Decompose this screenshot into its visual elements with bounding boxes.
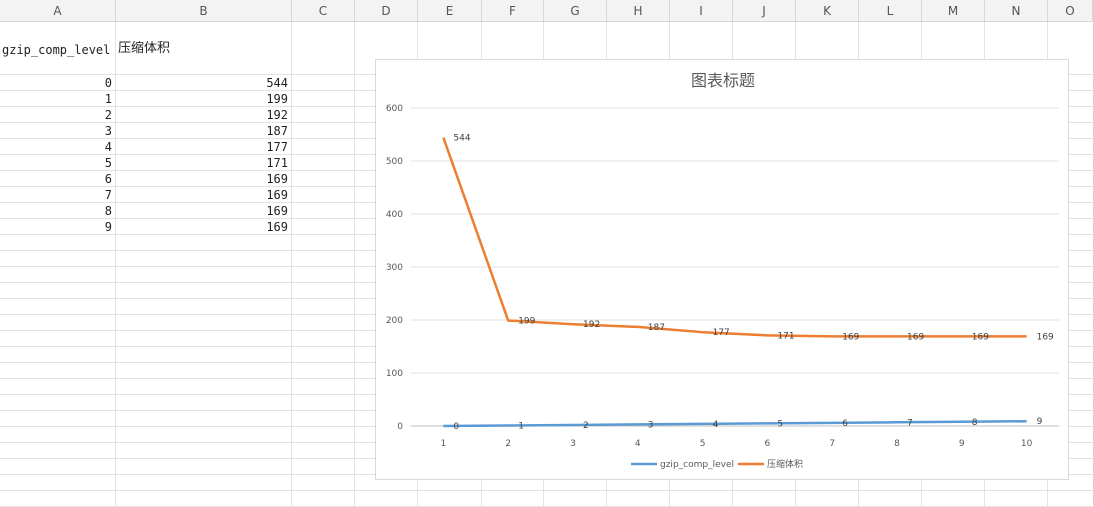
chart-gridlines	[411, 107, 1059, 427]
y-tick-label: 0	[397, 422, 403, 432]
data-label: 192	[583, 320, 600, 330]
x-tick-label: 8	[894, 439, 900, 449]
x-tick-label: 7	[829, 439, 835, 449]
data-label: 187	[648, 323, 665, 333]
column-header-m[interactable]: M	[922, 0, 985, 22]
cell-A11[interactable]: 9	[0, 219, 115, 235]
data-label: 171	[777, 331, 794, 341]
data-label: 544	[453, 134, 470, 144]
data-label: 0	[453, 422, 459, 432]
column-header-i[interactable]: I	[670, 0, 733, 22]
y-axis-ticks: 0 100 200 300 400 500 600	[386, 104, 403, 432]
column-header-j[interactable]: J	[733, 0, 796, 22]
data-label: 8	[972, 418, 978, 428]
cell-B2[interactable]: 544	[116, 75, 291, 91]
series-line-2[interactable]	[442, 137, 1027, 338]
x-tick-label: 9	[959, 439, 965, 449]
column-header-b[interactable]: B	[116, 0, 292, 22]
data-label: 177	[713, 328, 730, 338]
column-header-f[interactable]: F	[482, 0, 544, 22]
cell-A1[interactable]: gzip_comp_level	[2, 42, 116, 58]
column-header-l[interactable]: L	[859, 0, 922, 22]
y-tick-label: 300	[386, 263, 403, 273]
legend-label: 压缩体积	[767, 458, 803, 470]
chart-title: 图表标题	[691, 71, 755, 90]
x-axis-ticks: 1 2 3 4 5 6 7 8 9 10	[441, 439, 1033, 449]
column-header-o[interactable]: O	[1048, 0, 1093, 22]
x-tick-label: 5	[700, 439, 706, 449]
column-header-e[interactable]: E	[418, 0, 482, 22]
column-header-c[interactable]: C	[292, 0, 355, 22]
column-header-d[interactable]: D	[355, 0, 418, 22]
data-label: 5	[777, 419, 783, 429]
data-labels: 0 1 2 3 4 5 6 7 8 9 544 199 192 187 177 171 169 169 169 169	[453, 134, 1054, 432]
x-tick-label: 3	[570, 439, 576, 449]
cell-A9[interactable]: 7	[0, 187, 115, 203]
data-label: 6	[842, 419, 848, 429]
data-label: 199	[518, 317, 535, 327]
x-tick-label: 10	[1021, 439, 1033, 449]
y-tick-label: 500	[386, 157, 403, 167]
cell-A10[interactable]: 8	[0, 203, 115, 219]
data-label: 3	[648, 420, 654, 430]
cell-B8[interactable]: 169	[116, 171, 291, 187]
series-line-1[interactable]	[443, 419, 1027, 428]
cell-A4[interactable]: 2	[0, 107, 115, 123]
cell-B6[interactable]: 177	[116, 139, 291, 155]
column-header-h[interactable]: H	[607, 0, 670, 22]
data-label: 4	[713, 420, 719, 430]
column-divider	[354, 22, 355, 507]
column-header-k[interactable]: K	[796, 0, 859, 22]
y-tick-label: 200	[386, 316, 403, 326]
cell-B5[interactable]: 187	[116, 123, 291, 139]
data-label: 7	[907, 418, 913, 428]
y-tick-label: 100	[386, 369, 403, 379]
cell-A6[interactable]: 4	[0, 139, 115, 155]
chart-svg: 图表标题 0100200300400500600 1 2 3 4 5 6 7 8 9 10 012…	[386, 71, 1059, 470]
cell-B9[interactable]: 169	[116, 187, 291, 203]
cell-A7[interactable]: 5	[0, 155, 115, 171]
cell-A3[interactable]: 1	[0, 91, 115, 107]
cell-A8[interactable]: 6	[0, 171, 115, 187]
data-label: 169	[1037, 332, 1054, 342]
data-label: 1	[518, 421, 524, 431]
data-label: 9	[1037, 417, 1043, 427]
x-tick-label: 4	[635, 439, 641, 449]
data-label: 2	[583, 421, 589, 431]
column-header-n[interactable]: N	[985, 0, 1048, 22]
cell-A5[interactable]: 3	[0, 123, 115, 139]
chart-series	[442, 137, 1027, 428]
x-tick-label: 1	[441, 439, 447, 449]
cell-B10[interactable]: 169	[116, 203, 291, 219]
x-tick-label: 6	[765, 439, 771, 449]
line-chart[interactable]: 图表标题 0 100 200 300 400 500 600 1 2 3 4 5 6 7 8 9 10 012…	[375, 59, 1069, 480]
legend-label: gzip_comp_level	[660, 460, 734, 470]
cell-B11[interactable]: 169	[116, 219, 291, 235]
cell-A2[interactable]: 0	[0, 75, 115, 91]
cell-B1[interactable]: 压缩体积	[118, 41, 290, 57]
chart-legend: gzip_comp_level 压缩体积	[631, 458, 803, 470]
cell-B4[interactable]: 192	[116, 107, 291, 123]
column-header-a[interactable]: A	[0, 0, 116, 22]
y-tick-label: 400	[386, 210, 403, 220]
cell-B7[interactable]: 171	[116, 155, 291, 171]
cell-B3[interactable]: 199	[116, 91, 291, 107]
column-divider	[291, 22, 292, 507]
data-label: 169	[972, 332, 989, 342]
row-divider	[0, 490, 1093, 491]
data-label: 169	[907, 332, 924, 342]
x-tick-label: 2	[505, 439, 511, 449]
data-label: 169	[842, 332, 859, 342]
column-header-g[interactable]: G	[544, 0, 607, 22]
y-tick-label: 600	[386, 104, 403, 114]
spreadsheet: ABCDEFGHIJKLMNO gzip_comp_level 压缩体积 0 54…	[0, 0, 1093, 507]
